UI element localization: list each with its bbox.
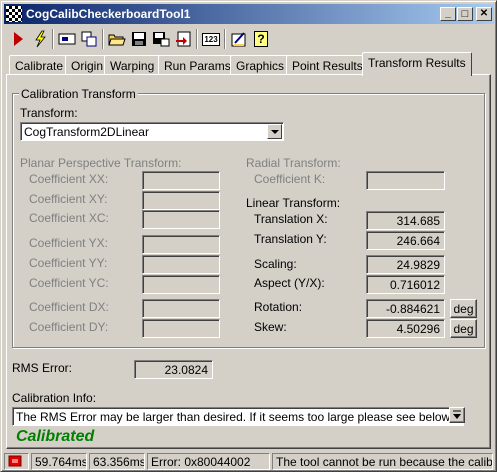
coefficient-xc-field	[142, 210, 220, 229]
open-folder-icon	[108, 34, 126, 46]
coefficient-yx-label: Coefficient YX:	[29, 236, 108, 250]
chevron-down-icon	[271, 130, 279, 134]
expand-down-icon	[453, 410, 461, 419]
counter-button[interactable]: 123	[200, 28, 222, 50]
translation-y-label: Translation Y:	[254, 232, 327, 246]
image-button[interactable]	[56, 28, 78, 50]
status-indicator-panel	[4, 453, 29, 470]
total-time-panel: 63.356ms	[89, 453, 145, 470]
rotation-field: -0.884621	[366, 299, 445, 318]
title-bar[interactable]: CogCalibCheckerboardTool1 _ □ ✕	[4, 4, 494, 24]
scaling-field: 24.9829	[366, 255, 445, 274]
rotation-deg-button[interactable]: deg	[450, 299, 477, 318]
coefficient-dy-field	[142, 319, 220, 338]
tab-run-params[interactable]: Run Params	[158, 55, 237, 75]
transform-select-value: CogTransform2DLinear	[24, 125, 149, 139]
transform-dropdown-button[interactable]	[267, 124, 282, 139]
skew-field: 4.50296	[366, 319, 445, 338]
coefficient-dx-label: Coefficient DX:	[29, 300, 109, 314]
error-code-panel: Error: 0x80044002	[147, 453, 270, 470]
save-as-button[interactable]	[150, 28, 172, 50]
coefficient-yy-label: Coefficient YY:	[29, 256, 108, 270]
save-icon	[132, 32, 146, 46]
run-icon	[14, 32, 23, 46]
calibration-status-text: Calibrated	[16, 428, 95, 445]
copy-icon	[81, 31, 97, 47]
coefficient-dx-field	[142, 299, 220, 318]
coefficient-xy-field	[142, 191, 220, 210]
translation-y-field: 246.664	[366, 231, 445, 250]
reset-icon	[176, 31, 191, 47]
coefficient-k-field	[366, 171, 445, 190]
calibration-transform-title: Calibration Transform	[19, 87, 138, 101]
toolbar-separator	[224, 29, 226, 49]
image-icon	[58, 33, 76, 45]
calibration-info-text[interactable]: The RMS Error may be larger than desired…	[12, 407, 464, 426]
checkerboard-app-icon	[6, 6, 22, 22]
coefficient-xy-label: Coefficient XY:	[29, 192, 108, 206]
linear-transform-title: Linear Transform:	[246, 196, 341, 210]
toolbar-separator	[196, 29, 198, 49]
toolbar-separator	[102, 29, 104, 49]
save-as-icon	[153, 32, 170, 47]
coefficient-yc-label: Coefficient YC:	[29, 276, 109, 290]
minimize-button[interactable]: _	[440, 7, 456, 21]
coefficient-yc-field	[142, 275, 220, 294]
help-button[interactable]: ?	[250, 28, 272, 50]
translation-x-field: 314.685	[366, 211, 445, 230]
tab-transform-results[interactable]: Transform Results	[362, 52, 472, 76]
edit-icon	[231, 32, 246, 47]
tab-calibrate[interactable]: Calibrate	[9, 55, 70, 75]
skew-deg-button[interactable]: deg	[450, 319, 477, 338]
calibration-info-expand-button[interactable]	[449, 407, 465, 423]
aspect-label: Aspect (Y/X):	[254, 276, 325, 290]
run-time-panel: 59.764ms	[31, 453, 87, 470]
tool-window: CogCalibCheckerboardTool1 _ □ ✕ 123 ? Ca…	[0, 0, 497, 472]
coefficient-xx-field	[142, 171, 220, 190]
skew-label: Skew:	[254, 320, 287, 334]
transform-label: Transform:	[20, 106, 78, 120]
edit-button[interactable]	[228, 28, 250, 50]
run-button[interactable]	[7, 28, 29, 50]
scaling-label: Scaling:	[254, 257, 297, 271]
window-title: CogCalibCheckerboardTool1	[26, 7, 191, 21]
copy-button[interactable]	[78, 28, 100, 50]
reset-button[interactable]	[172, 28, 194, 50]
maximize-button[interactable]: □	[457, 7, 473, 21]
open-button[interactable]	[106, 28, 128, 50]
toolbar: 123 ?	[5, 27, 305, 51]
toolbar-separator	[52, 29, 54, 49]
save-button[interactable]	[128, 28, 150, 50]
help-icon: ?	[254, 31, 268, 47]
close-button[interactable]: ✕	[476, 7, 492, 21]
rms-error-label: RMS Error:	[12, 361, 72, 375]
rotation-label: Rotation:	[254, 300, 303, 314]
status-bar: 59.764ms 63.356ms Error: 0x80044002 The …	[4, 452, 494, 470]
radial-transform-title: Radial Transform:	[246, 156, 341, 170]
coefficient-dy-label: Coefficient DY:	[29, 320, 109, 334]
coefficient-yx-field	[142, 235, 220, 254]
tab-point-results[interactable]: Point Results	[286, 55, 369, 75]
translation-x-label: Translation X:	[254, 212, 328, 226]
tab-warping[interactable]: Warping	[104, 55, 161, 75]
coefficient-yy-field	[142, 255, 220, 274]
coefficient-k-label: Coefficient K:	[254, 172, 326, 186]
tab-graphics[interactable]: Graphics	[230, 55, 291, 75]
transform-select[interactable]: CogTransform2DLinear	[20, 122, 284, 141]
tab-origin[interactable]: Origin	[65, 55, 110, 75]
counter-icon: 123	[202, 32, 220, 46]
coefficient-xc-label: Coefficient XC:	[29, 211, 109, 225]
lightning-icon	[35, 30, 46, 48]
error-status-icon	[8, 455, 22, 467]
calibration-info-label: Calibration Info:	[12, 391, 97, 405]
coefficient-xx-label: Coefficient XX:	[29, 172, 109, 186]
rms-error-field: 23.0824	[134, 360, 213, 379]
aspect-field: 0.716012	[366, 275, 445, 294]
run-continuous-button[interactable]	[29, 28, 51, 50]
planar-transform-title: Planar Perspective Transform:	[20, 156, 182, 170]
status-message-panel: The tool cannot be run because the calib…	[272, 453, 493, 470]
